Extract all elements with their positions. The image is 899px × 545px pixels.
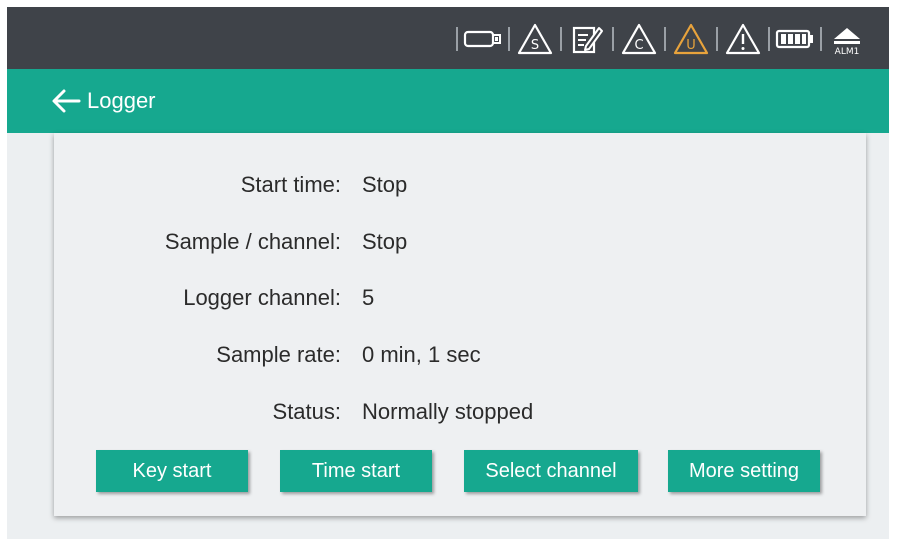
- info-label: Status:: [272, 399, 341, 424]
- status-separator: [768, 27, 770, 51]
- edit-icon: [565, 19, 609, 59]
- logger-panel: Start time: Stop Sample / channel: Stop …: [54, 133, 866, 516]
- alarm-label: ALM1: [834, 47, 860, 57]
- battery-icon: [773, 19, 817, 59]
- status-separator: [612, 27, 614, 51]
- more-setting-button[interactable]: More setting: [668, 450, 820, 492]
- status-separator: [664, 27, 666, 51]
- info-value: 5: [362, 285, 375, 310]
- info-row-sample-rate: Sample rate: 0 min, 1 sec: [54, 340, 866, 370]
- status-icons: S C U ALM1: [453, 17, 869, 61]
- info-label: Sample rate:: [216, 342, 341, 367]
- info-row-status: Status: Normally stopped: [54, 397, 866, 427]
- c-warning-icon: C: [617, 19, 661, 59]
- select-channel-button[interactable]: Select channel: [464, 450, 638, 492]
- svg-text:U: U: [686, 38, 696, 53]
- s-warning-icon: S: [513, 19, 557, 59]
- info-row-sample-channel: Sample / channel: Stop: [54, 227, 866, 257]
- svg-text:S: S: [531, 38, 539, 53]
- status-separator: [560, 27, 562, 51]
- device-screen: S C U ALM1 Logger Start time: Stop Sampl…: [7, 7, 889, 539]
- page-title: Logger: [87, 88, 156, 113]
- status-separator: [508, 27, 510, 51]
- info-label: Start time:: [240, 172, 341, 197]
- info-label: Logger channel:: [183, 285, 341, 310]
- svg-text:C: C: [634, 38, 643, 53]
- key-start-button[interactable]: Key start: [96, 450, 248, 492]
- info-value: Stop: [362, 229, 408, 254]
- usb-icon: [461, 19, 505, 59]
- alarm-icon: ALM1: [825, 19, 869, 59]
- time-start-button[interactable]: Time start: [280, 450, 432, 492]
- arrow-left-icon: [52, 89, 81, 113]
- status-separator: [716, 27, 718, 51]
- info-value: Stop: [362, 172, 408, 197]
- info-value: 0 min, 1 sec: [362, 342, 481, 367]
- app-header: Logger: [7, 69, 889, 133]
- info-value: Normally stopped: [362, 399, 534, 424]
- status-bar: S C U ALM1: [7, 7, 889, 69]
- info-label: Sample / channel:: [164, 229, 341, 254]
- status-separator: [456, 27, 458, 51]
- info-row-start-time: Start time: Stop: [54, 170, 866, 200]
- alert-warning-icon: [721, 19, 765, 59]
- back-button[interactable]: [49, 84, 83, 118]
- info-row-logger-channel: Logger channel: 5: [54, 283, 866, 313]
- status-separator: [820, 27, 822, 51]
- u-warning-icon: U: [669, 19, 713, 59]
